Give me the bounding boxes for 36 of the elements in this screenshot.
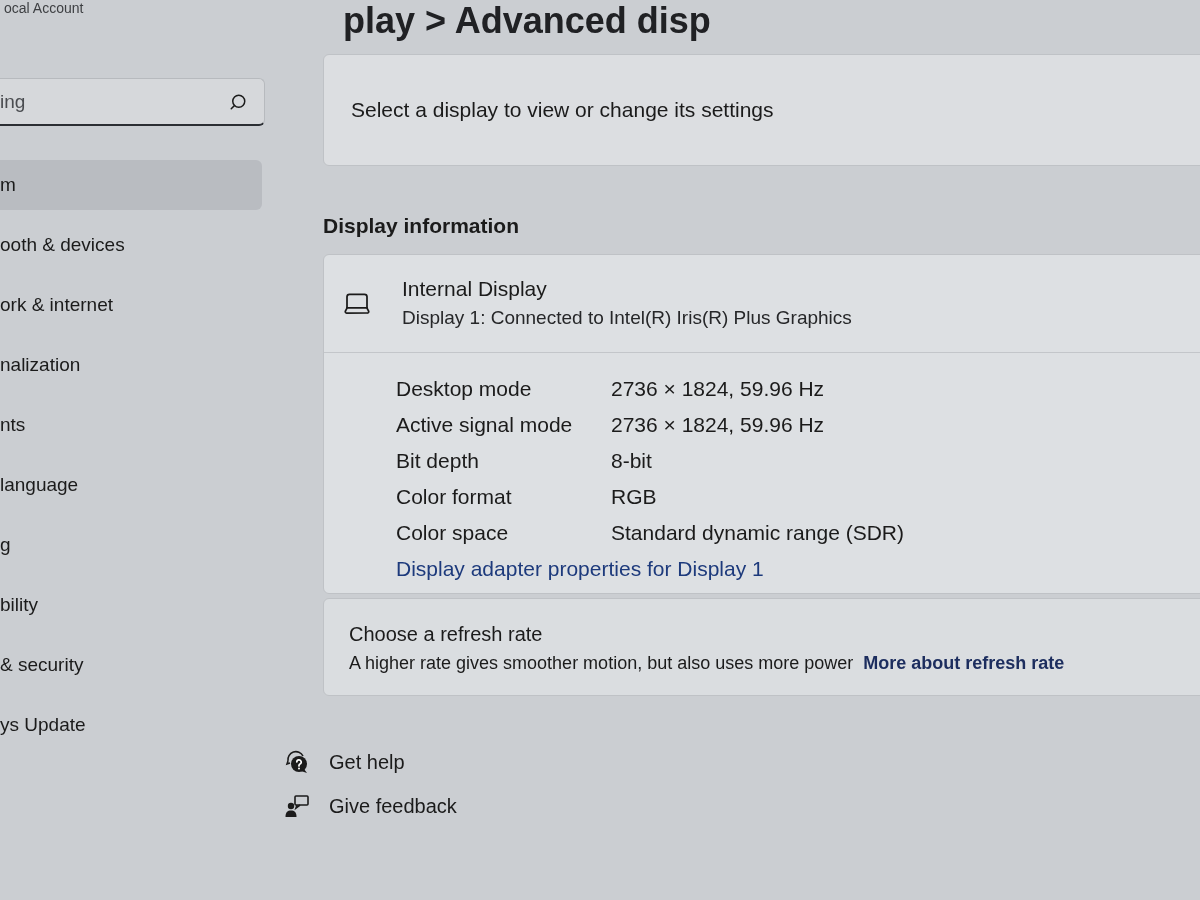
adapter-properties-link[interactable]: Display adapter properties for Display 1: [396, 554, 764, 583]
property-label: Bit depth: [396, 447, 479, 474]
refresh-rate-link[interactable]: More about refresh rate: [863, 650, 1065, 675]
property-value: 2736 × 1824, 59.96 Hz: [611, 375, 825, 402]
section-heading: Display information: [323, 213, 520, 239]
property-label: Color format: [396, 483, 512, 510]
sidebar-item[interactable]: m: [0, 160, 262, 210]
property-value: 8-bit: [611, 447, 652, 474]
sidebar-item[interactable]: ooth & devices: [0, 220, 262, 270]
display-name: Internal Display: [402, 276, 547, 302]
sidebar-item[interactable]: nalization: [0, 340, 262, 390]
sidebar-item[interactable]: bility: [0, 580, 262, 630]
search-field[interactable]: ing: [0, 78, 265, 126]
sidebar-item[interactable]: g: [0, 520, 262, 570]
property-value: 2736 × 1824, 59.96 Hz: [611, 411, 825, 438]
page-title: play > Advanced disp: [343, 0, 711, 42]
person-speech-icon: [285, 793, 309, 818]
property-value: RGB: [611, 483, 657, 510]
give-feedback-link[interactable]: Give feedback: [285, 791, 457, 820]
property-value: Standard dynamic range (SDR): [611, 519, 904, 546]
sidebar-item[interactable]: ork & internet: [0, 280, 262, 330]
property-label: Active signal mode: [396, 411, 573, 438]
sidebar-item[interactable]: language: [0, 460, 262, 510]
help-question-icon: [285, 749, 309, 774]
property-label: Desktop mode: [396, 375, 532, 402]
sidebar-item[interactable]: ys Update: [0, 700, 262, 750]
sidebar-item[interactable]: & security: [0, 640, 262, 690]
property-label: Color space: [396, 519, 509, 546]
search-icon: [229, 93, 247, 111]
refresh-rate-title: Choose a refresh rate: [349, 621, 543, 647]
account-label: ocal Account: [3, 0, 84, 16]
refresh-rate-description: A higher rate gives smoother motion, but also uses more power: [349, 651, 854, 675]
sidebar-item[interactable]: nts: [0, 400, 262, 450]
get-help-link[interactable]: Get help: [285, 747, 405, 776]
display-connection: Display 1: Connected to Intel(R) Iris(R) Plus Graphics: [402, 306, 852, 330]
display-select-label: Select a display to view or change its settings: [351, 97, 774, 124]
